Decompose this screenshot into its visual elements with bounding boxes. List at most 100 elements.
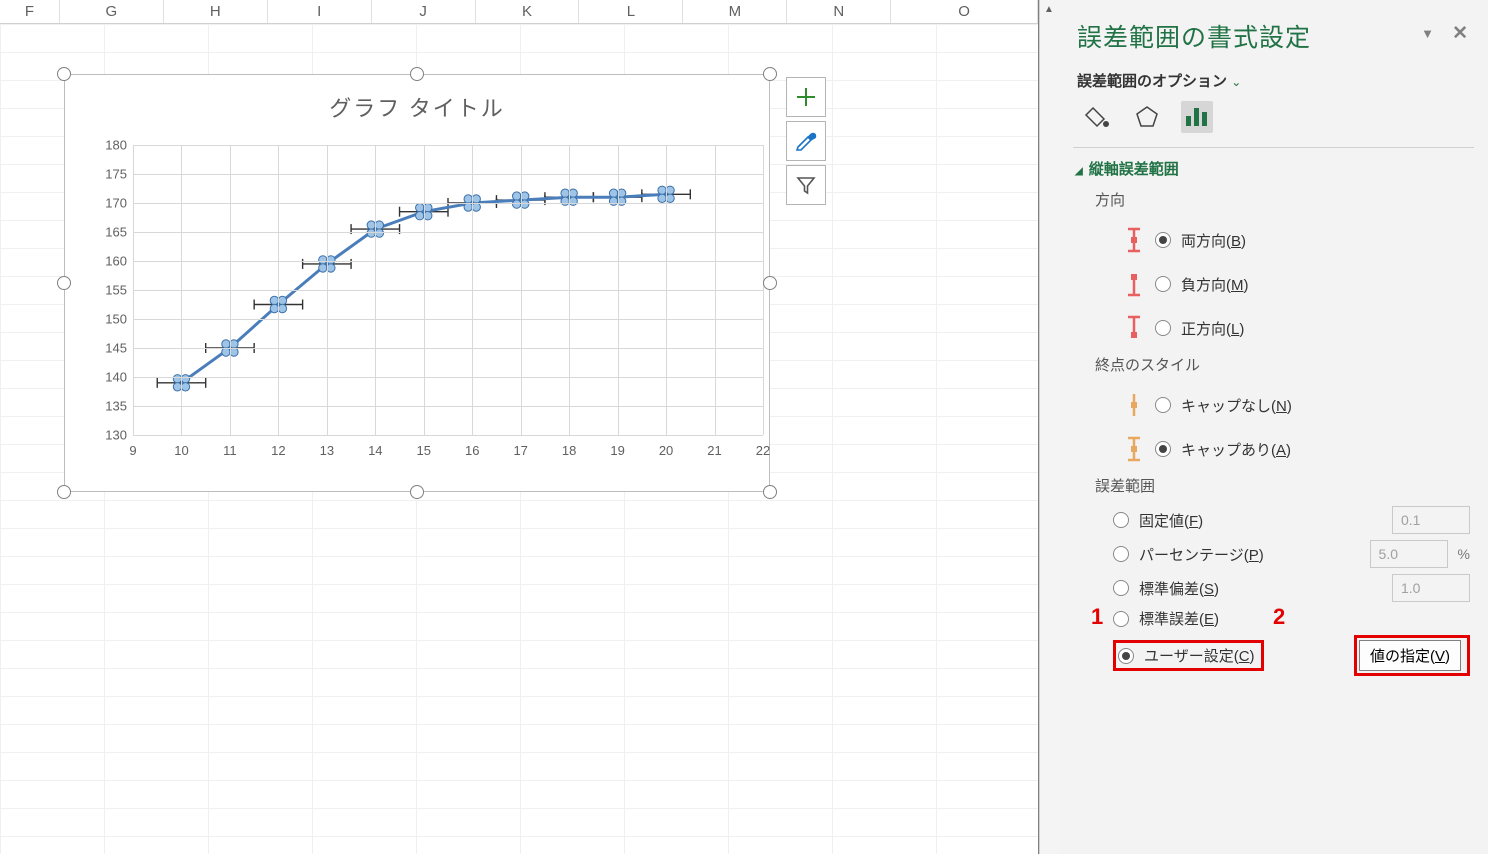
tab-options-icon[interactable] (1181, 101, 1213, 133)
spreadsheet-area: FGHIJKLMNO グラフ タイトル (0, 0, 1039, 854)
input-stddev (1392, 574, 1470, 602)
group-direction-label: 方向 (1095, 189, 1470, 210)
option-nocap[interactable]: キャップなし(N) (1113, 385, 1470, 425)
chart-title[interactable]: グラフ タイトル (65, 75, 769, 129)
xtick-label: 15 (417, 443, 431, 458)
tab-effects-icon[interactable] (1131, 101, 1163, 133)
column-header-I[interactable]: I (268, 0, 372, 23)
xtick-label: 12 (271, 443, 285, 458)
resize-handle-bl[interactable] (57, 485, 71, 499)
column-header-F[interactable]: F (0, 0, 60, 23)
panel-separator (1073, 147, 1474, 148)
ytick-label: 145 (93, 341, 127, 356)
xtick-label: 9 (129, 443, 136, 458)
chart-styles-button[interactable] (786, 121, 826, 161)
specify-value-button[interactable]: 値の指定(V) (1359, 640, 1461, 671)
xtick-label: 22 (756, 443, 770, 458)
xtick-label: 16 (465, 443, 479, 458)
tab-fill-icon[interactable] (1081, 101, 1113, 133)
option-custom[interactable]: ユーザー設定(C) 値の指定(V) (1113, 635, 1470, 676)
radio-minus[interactable] (1155, 276, 1171, 292)
column-header-K[interactable]: K (476, 0, 580, 23)
input-fixed (1392, 506, 1470, 534)
section-header[interactable]: 縦軸誤差範囲 (1075, 158, 1470, 179)
ytick-label: 150 (93, 312, 127, 327)
xtick-label: 18 (562, 443, 576, 458)
chart-elements-button[interactable] (786, 77, 826, 117)
annotation-1: 1 (1091, 604, 1103, 630)
xtick-label: 20 (659, 443, 673, 458)
resize-handle-l[interactable] (57, 276, 71, 290)
column-header-O[interactable]: O (891, 0, 1038, 23)
ytick-label: 155 (93, 283, 127, 298)
highlight-custom: ユーザー設定(C) (1113, 640, 1264, 671)
cap-nocap-icon (1113, 390, 1155, 420)
vertical-scrollbar[interactable]: ▲ (1039, 0, 1059, 854)
pane-dropdown-icon[interactable]: ▼ (1421, 26, 1434, 41)
column-header-N[interactable]: N (787, 0, 891, 23)
column-headers: FGHIJKLMNO (0, 0, 1038, 24)
ytick-label: 165 (93, 225, 127, 240)
xtick-label: 14 (368, 443, 382, 458)
resize-handle-tl[interactable] (57, 67, 71, 81)
option-stddev[interactable]: 標準偏差(S) (1113, 574, 1470, 602)
radio-fixed[interactable] (1113, 512, 1129, 528)
ytick-label: 175 (93, 167, 127, 182)
pane-subtitle[interactable]: 誤差範囲のオプション ⌄ (1077, 70, 1470, 91)
column-header-L[interactable]: L (579, 0, 683, 23)
option-percent[interactable]: パーセンテージ(P)% (1113, 540, 1470, 568)
pane-subtitle-label: 誤差範囲のオプション (1077, 73, 1227, 90)
radio-label-both: 両方向(B) (1181, 230, 1246, 251)
scroll-up-button[interactable]: ▲ (1040, 0, 1058, 18)
option-minus[interactable]: 負方向(M) (1113, 264, 1470, 304)
xtick-label: 17 (513, 443, 527, 458)
radio-label-stderr: 標準誤差(E) (1139, 608, 1219, 629)
option-both[interactable]: 両方向(B) (1113, 220, 1470, 260)
resize-handle-br[interactable] (763, 485, 777, 499)
radio-label-custom: ユーザー設定(C) (1144, 645, 1255, 666)
highlight-specify: 値の指定(V) (1354, 635, 1470, 676)
pane-close-button[interactable]: ✕ (1452, 22, 1468, 45)
input-percent (1370, 540, 1448, 568)
radio-cap[interactable] (1155, 441, 1171, 457)
column-header-G[interactable]: G (60, 0, 164, 23)
radio-custom[interactable] (1118, 648, 1134, 664)
errorbar-minus-icon (1113, 269, 1155, 299)
errorbar-plus-icon (1113, 313, 1155, 343)
ytick-label: 130 (93, 428, 127, 443)
radio-both[interactable] (1155, 232, 1171, 248)
ytick-label: 170 (93, 196, 127, 211)
resize-handle-r[interactable] (763, 276, 777, 290)
resize-handle-b[interactable] (410, 485, 424, 499)
radio-label-fixed: 固定値(F) (1139, 510, 1203, 531)
resize-handle-tr[interactable] (763, 67, 777, 81)
chart-side-buttons (786, 77, 826, 205)
chart-filter-button[interactable] (786, 165, 826, 205)
xtick-label: 10 (174, 443, 188, 458)
ytick-label: 135 (93, 399, 127, 414)
option-cap[interactable]: キャップあり(A) (1113, 429, 1470, 469)
column-header-H[interactable]: H (164, 0, 268, 23)
xtick-label: 21 (707, 443, 721, 458)
plot-area[interactable]: 1301351401451501551601651701751809101112… (133, 145, 763, 435)
radio-label-plus: 正方向(L) (1181, 318, 1244, 339)
resize-handle-t[interactable] (410, 67, 424, 81)
radio-stddev[interactable] (1113, 580, 1129, 596)
errorbar-both-icon (1113, 225, 1155, 255)
group-endstyle-label: 終点のスタイル (1095, 354, 1470, 375)
column-header-M[interactable]: M (683, 0, 787, 23)
pane-tabs (1081, 101, 1470, 133)
chart-selection[interactable]: グラフ タイトル 130135140 (57, 67, 777, 499)
radio-label-minus: 負方向(M) (1181, 274, 1249, 295)
cap-cap-icon (1113, 434, 1155, 464)
ytick-label: 160 (93, 254, 127, 269)
column-header-J[interactable]: J (372, 0, 476, 23)
option-fixed[interactable]: 固定値(F) (1113, 506, 1470, 534)
chart-object[interactable]: グラフ タイトル 130135140 (64, 74, 770, 492)
radio-plus[interactable] (1155, 320, 1171, 336)
radio-nocap[interactable] (1155, 397, 1171, 413)
option-plus[interactable]: 正方向(L) (1113, 308, 1470, 348)
radio-label-percent: パーセンテージ(P) (1139, 544, 1264, 565)
radio-stderr[interactable] (1113, 611, 1129, 627)
radio-percent[interactable] (1113, 546, 1129, 562)
